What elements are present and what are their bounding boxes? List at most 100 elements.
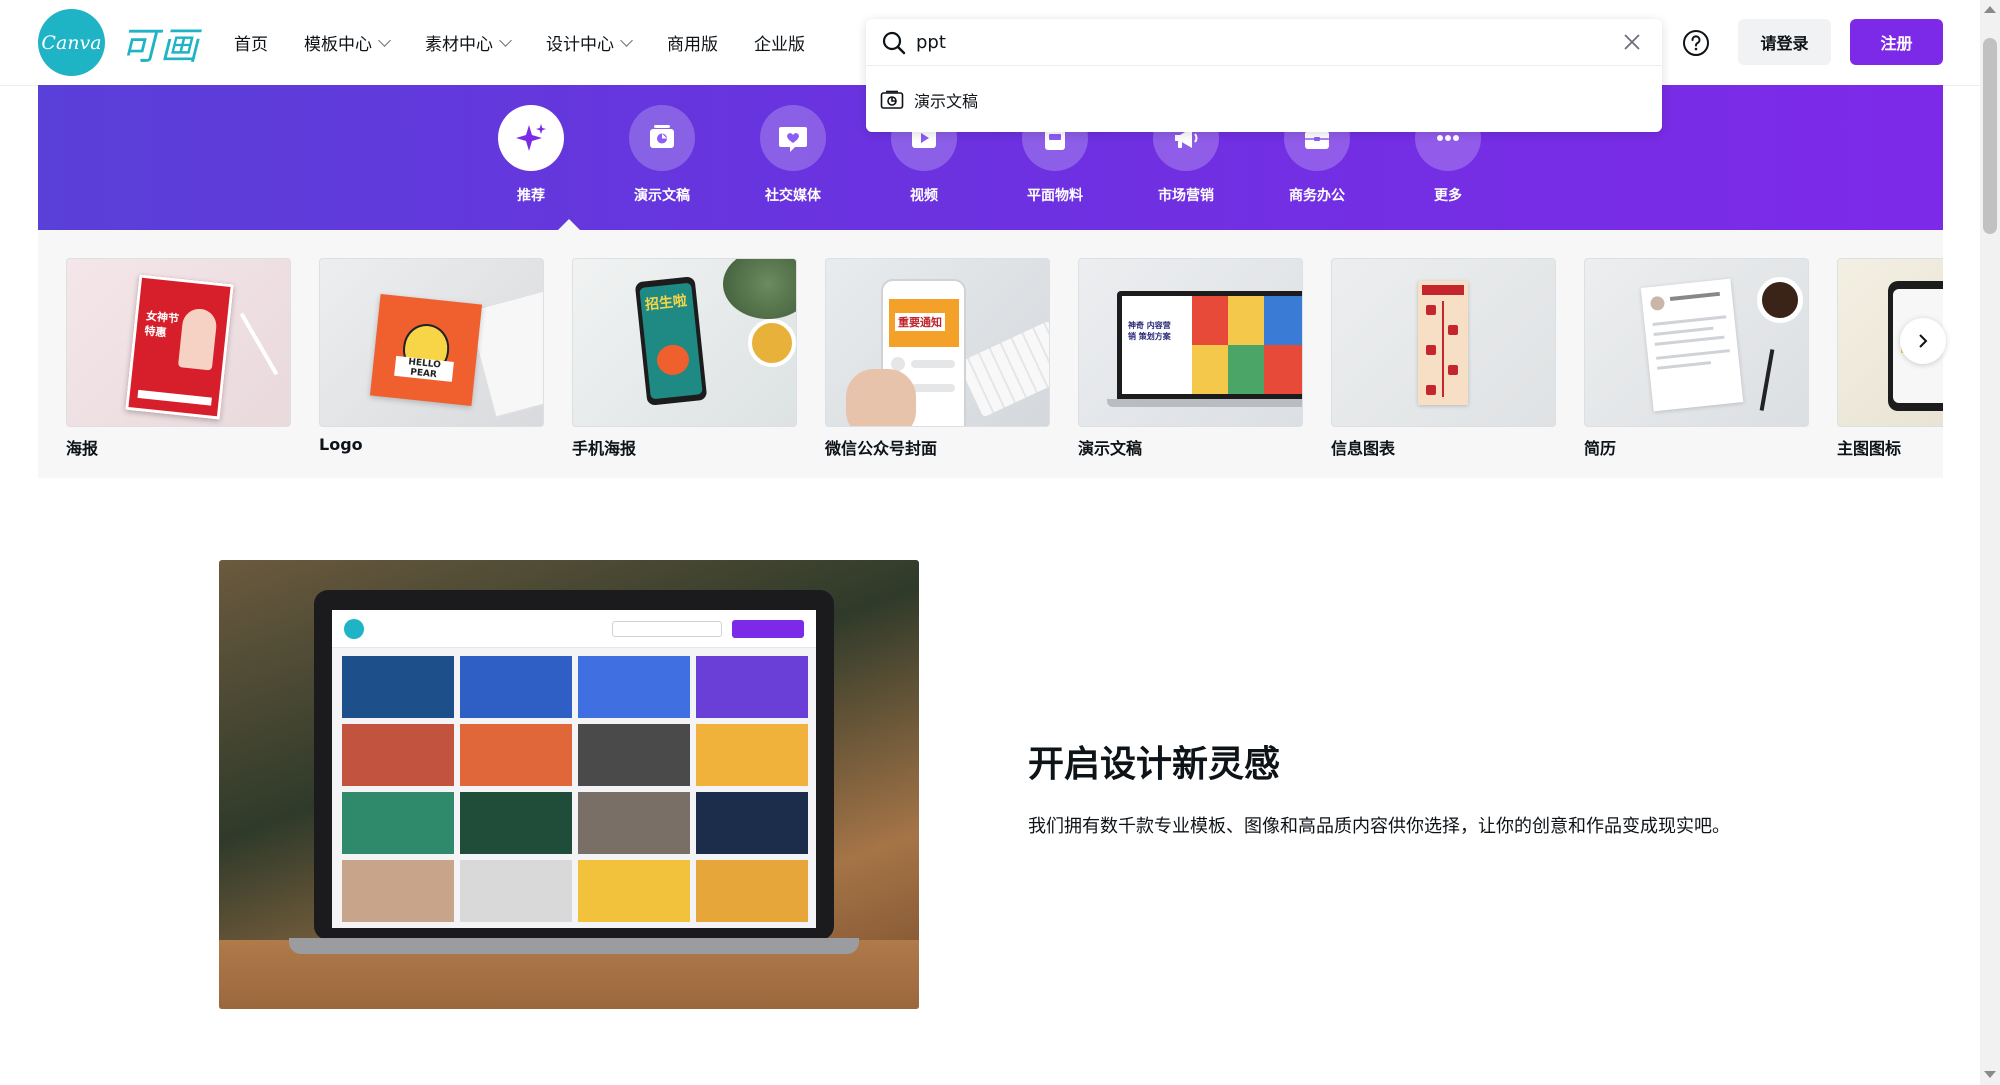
brand-cn-name[interactable]: 可画	[120, 18, 200, 68]
template-card-mobile-poster[interactable]: 招生啦 手机海报	[572, 258, 797, 459]
laptop-frame: 神奇 内容营销 策划方案	[1117, 291, 1302, 399]
search-icon	[882, 31, 906, 55]
infographic-dot	[1448, 365, 1458, 375]
keyboard-prop	[958, 320, 1049, 418]
category-label: 社交媒体	[765, 188, 821, 204]
nav-commercial[interactable]: 商用版	[667, 30, 718, 55]
scroll-up-arrow[interactable]	[1984, 6, 1996, 13]
screen-tile	[342, 656, 454, 718]
coffee-prop	[1757, 277, 1803, 323]
nav-home[interactable]: 首页	[234, 30, 268, 55]
template-label: 演示文稿	[1078, 439, 1143, 458]
screen-tile	[696, 724, 808, 786]
scroll-thumb[interactable]	[1983, 38, 1997, 234]
ppt-tile	[1264, 345, 1302, 394]
feature-title: 开启设计新灵感	[1028, 744, 1281, 785]
phone-frame: 招生啦	[634, 276, 708, 406]
poster-figure	[177, 307, 218, 371]
close-icon[interactable]	[1622, 32, 1642, 52]
pencil-prop	[239, 312, 279, 376]
template-card-presentation[interactable]: 神奇 内容营销 策划方案 演示文稿	[1078, 258, 1303, 459]
carousel-next-button[interactable]	[1900, 318, 1946, 364]
screen-tile	[342, 792, 454, 854]
resume-art	[1640, 278, 1744, 412]
logo-text: Canva	[41, 31, 102, 54]
ppt-tile	[1228, 296, 1264, 345]
infographic-header	[1422, 285, 1464, 295]
wechat-art-text: 重要通知	[895, 313, 945, 331]
resume-line	[1652, 315, 1727, 326]
screen-create-button	[732, 620, 804, 638]
category-label: 推荐	[517, 188, 545, 204]
template-label: 简历	[1584, 439, 1617, 458]
template-card-logo[interactable]: HELLO PEAR Logo	[319, 258, 544, 454]
register-button[interactable]: 注册	[1850, 19, 1943, 65]
category-recommended[interactable]: 推荐	[481, 105, 581, 205]
canva-logo[interactable]: Canva	[38, 9, 105, 76]
resume-line	[1657, 361, 1712, 370]
category-presentation[interactable]: 演示文稿	[612, 105, 712, 205]
category-label: 视频	[910, 188, 938, 204]
template-thumbnail: 招生啦	[572, 258, 797, 427]
ppt-tile	[1192, 296, 1228, 345]
page-scrollbar[interactable]	[1980, 0, 2000, 1085]
screen-logo	[344, 619, 364, 639]
screen-search	[612, 621, 722, 637]
screen-tile	[578, 656, 690, 718]
resume-line	[1653, 326, 1714, 336]
nav-assets[interactable]: 素材中心	[425, 30, 512, 55]
screen-tile	[460, 860, 572, 922]
resume-line	[1654, 335, 1725, 346]
list-line	[911, 384, 955, 392]
login-button[interactable]: 请登录	[1738, 19, 1831, 65]
hand-prop	[846, 369, 916, 426]
poster-bar	[137, 389, 212, 406]
logo-art: HELLO PEAR	[369, 293, 483, 407]
template-thumbnail: 重要通知	[825, 258, 1050, 427]
template-label: 微信公众号封面	[825, 439, 938, 458]
nav-templates[interactable]: 模板中心	[304, 30, 391, 55]
screen-tile	[578, 860, 690, 922]
screen-tile	[696, 792, 808, 854]
chevron-right-icon	[1919, 334, 1928, 348]
category-icon-wrap	[629, 105, 695, 171]
category-social[interactable]: 社交媒体	[743, 105, 843, 205]
template-thumbnail: 女神节 特惠	[66, 258, 291, 427]
chevron-down-icon	[499, 33, 512, 47]
ppt-tile	[1192, 345, 1228, 394]
screen-tile	[342, 860, 454, 922]
template-card-poster[interactable]: 女神节 特惠 海报	[66, 258, 291, 459]
scroll-down-arrow[interactable]	[1984, 1071, 1996, 1078]
screen-tile	[578, 792, 690, 854]
laptop-base	[289, 938, 859, 954]
category-label: 市场营销	[1158, 188, 1214, 204]
nav-design[interactable]: 设计中心	[546, 30, 633, 55]
template-label: 信息图表	[1331, 439, 1396, 458]
category-label: 演示文稿	[634, 188, 690, 204]
nav-label: 素材中心	[425, 35, 493, 55]
template-card-infographic[interactable]: 信息图表	[1331, 258, 1556, 459]
chevron-down-icon	[620, 33, 633, 47]
template-thumbnail	[1584, 258, 1809, 427]
template-card-resume[interactable]: 简历	[1584, 258, 1809, 459]
phone-screen: 招生啦	[639, 282, 703, 400]
infographic-dot	[1448, 325, 1458, 335]
screen-tile	[696, 656, 808, 718]
template-label: 手机海报	[572, 439, 637, 458]
nav-enterprise[interactable]: 企业版	[754, 30, 805, 55]
template-label: 主图图标	[1837, 439, 1902, 458]
laptop-screen: 神奇 内容营销 策划方案	[1122, 296, 1302, 394]
chevron-down-icon	[378, 33, 391, 47]
resume-line	[1669, 291, 1721, 302]
template-card-wechat-cover[interactable]: 重要通知 微信公众号封面	[825, 258, 1050, 459]
resume-photo	[1649, 295, 1666, 312]
search-input[interactable]	[916, 25, 1576, 59]
help-icon[interactable]	[1681, 28, 1711, 58]
screen-header	[332, 610, 816, 648]
nav-label: 商用版	[667, 35, 718, 55]
active-category-pointer	[558, 219, 580, 230]
search-suggestion[interactable]: 演示文稿	[880, 85, 978, 115]
screen-tile	[578, 724, 690, 786]
main-nav: 首页 模板中心 素材中心 设计中心 商用版 企业版	[234, 0, 841, 85]
template-label: 海报	[66, 439, 99, 458]
